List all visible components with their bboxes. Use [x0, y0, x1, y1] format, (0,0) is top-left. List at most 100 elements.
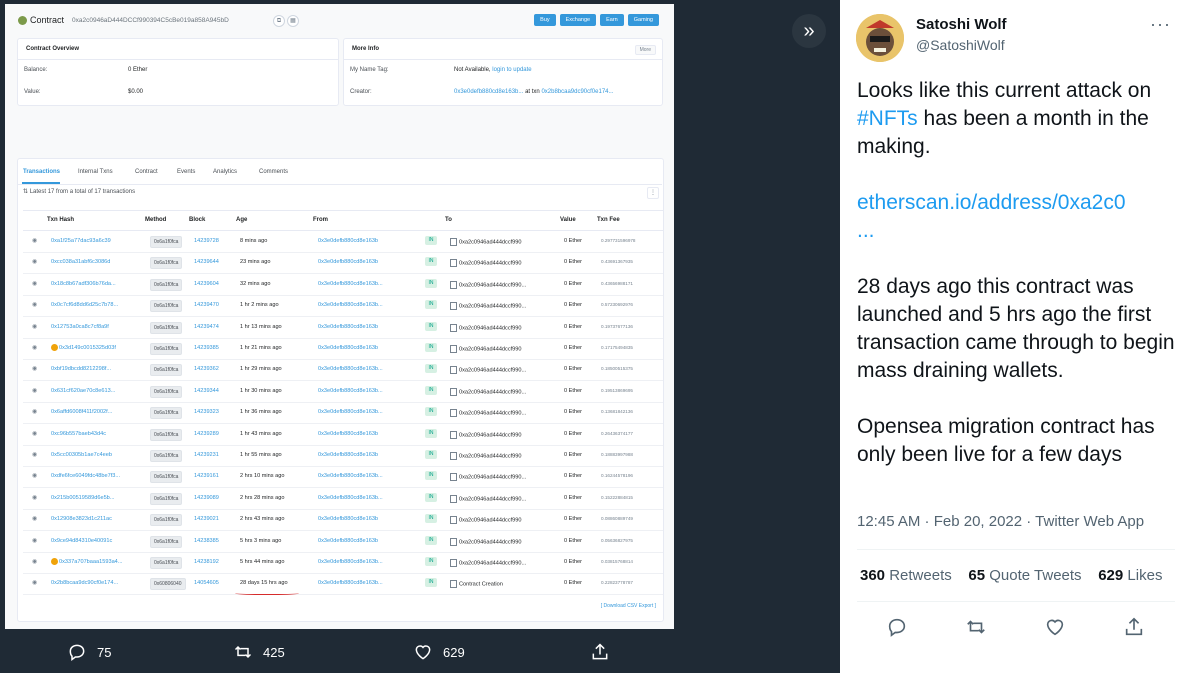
retweet-icon[interactable] [965, 616, 987, 638]
txn-hash-link[interactable]: 0xa1f25a77dac93a6c39 [51, 238, 111, 244]
block-link[interactable]: 14239604 [194, 281, 219, 287]
tweet-link[interactable]: etherscan.io/address/0xa2c0... [857, 189, 1175, 245]
to-address[interactable]: 0xa2c0946ad444dccf990 [450, 345, 522, 353]
from-address-link[interactable]: 0x3e0defb880cd8e163b... [318, 473, 383, 479]
nav-buy[interactable]: Buy [534, 14, 556, 26]
txn-hash-link[interactable]: 0x2b8bcaa9dc90cf0e174... [51, 580, 118, 586]
eye-icon[interactable]: ◉ [32, 579, 40, 586]
block-link[interactable]: 14054605 [194, 580, 219, 586]
expand-panel-icon[interactable]: » [792, 14, 826, 48]
block-link[interactable]: 14239728 [194, 238, 219, 244]
to-address[interactable]: 0xa2c0946ad444dccf990... [450, 387, 526, 396]
from-address-link[interactable]: 0x3e0defb880cd8e163b... [318, 495, 383, 501]
block-link[interactable]: 14239644 [194, 259, 219, 265]
txn-hash-link[interactable]: 0xcc038a31abf6c3086d [51, 259, 110, 265]
txn-hash-link[interactable]: 0xbf19dbcdd8212298f... [51, 366, 111, 372]
block-link[interactable]: 14239289 [194, 431, 219, 437]
txn-hash-link[interactable]: 0xc96b557baeb43d4c [51, 431, 106, 437]
block-link[interactable]: 14239344 [194, 388, 219, 394]
reply-icon[interactable] [886, 616, 908, 638]
eye-icon[interactable]: ◉ [32, 472, 40, 479]
block-link[interactable]: 14239231 [194, 452, 219, 458]
block-link[interactable]: 14239323 [194, 409, 219, 415]
more-options-icon[interactable]: ⋮ [647, 187, 659, 199]
nav-gaming[interactable]: Gaming [627, 14, 659, 26]
eye-icon[interactable]: ◉ [32, 515, 40, 522]
txn-hash-link[interactable]: 0x5cc00305b1ae7c4eeb [51, 452, 112, 458]
to-address[interactable]: 0xa2c0946ad444dccf990... [450, 559, 526, 567]
share-icon[interactable] [1123, 616, 1145, 638]
eye-icon[interactable]: ◉ [32, 323, 40, 330]
attached-image[interactable]: Contract 0xa2c0946aD444DCCf990394C5cBe01… [5, 4, 674, 629]
to-address[interactable]: 0xa2c0946ad444dccf990... [450, 366, 526, 375]
tab-contract[interactable]: Contract [135, 169, 158, 175]
from-address-link[interactable]: 0x3e0defb880cd8e163b [318, 431, 378, 437]
from-address-link[interactable]: 0x3e0defb880cd8e163b [318, 259, 378, 265]
reply-action[interactable]: 75 [67, 642, 111, 662]
col-age[interactable]: Age [236, 217, 247, 223]
from-address-link[interactable]: 0x3e0defb880cd8e163b... [318, 281, 383, 287]
quotes-stat[interactable]: 65 Quote Tweets [968, 567, 1081, 584]
from-address-link[interactable]: 0x3e0defb880cd8e163b... [318, 366, 383, 372]
display-name[interactable]: Satoshi Wolf [916, 16, 1007, 33]
from-address-link[interactable]: 0x3e0defb880cd8e163b [318, 452, 378, 458]
creator-txn-link[interactable]: 0x2b8bcaa9dc90cf0e174... [541, 89, 613, 95]
block-link[interactable]: 14238385 [194, 538, 219, 544]
txn-hash-link[interactable]: 0x631cf620ae70c8e613... [51, 388, 115, 394]
to-address[interactable]: 0xa2c0946ad444dccf990 [450, 537, 522, 546]
qr-icon[interactable]: ▦ [287, 15, 299, 27]
to-address[interactable]: 0xa2c0946ad444dccf990 [450, 452, 522, 460]
like-action[interactable]: 629 [413, 642, 465, 662]
txn-hash-link[interactable]: 0x18c8b67adf306b76da... [51, 281, 116, 287]
user-handle[interactable]: @SatoshiWolf [916, 37, 1005, 53]
txn-hash-link[interactable]: 0x337a707baaa1593a4... [59, 559, 122, 565]
from-address-link[interactable]: 0x3e0defb880cd8e163b [318, 324, 378, 330]
eye-icon[interactable]: ◉ [32, 344, 40, 351]
hashtag-link[interactable]: #NFTs [857, 107, 918, 130]
likes-stat[interactable]: 629 Likes [1098, 567, 1162, 584]
block-link[interactable]: 14239470 [194, 302, 219, 308]
eye-icon[interactable]: ◉ [32, 237, 40, 244]
eye-icon[interactable]: ◉ [32, 280, 40, 287]
to-address[interactable]: 0xa2c0946ad444dccf990 [450, 323, 522, 332]
to-address[interactable]: 0xa2c0946ad444dccf990... [450, 473, 526, 482]
tab-internal-txns[interactable]: Internal Txns [78, 169, 113, 175]
eye-icon[interactable]: ◉ [32, 537, 40, 544]
txn-hash-link[interactable]: 0xdfe6fce6049fdc48be7f3... [51, 473, 120, 479]
tab-events[interactable]: Events [177, 169, 195, 175]
block-link[interactable]: 14239021 [194, 516, 219, 522]
col-txn-fee[interactable]: Txn Fee [597, 217, 620, 223]
block-link[interactable]: 14238192 [194, 559, 219, 565]
to-address[interactable]: 0xa2c0946ad444dccf990... [450, 409, 526, 418]
avatar[interactable] [856, 14, 904, 62]
more-icon[interactable]: ··· [1150, 14, 1171, 35]
more-dropdown[interactable]: More [634, 45, 656, 55]
to-address[interactable]: 0xa2c0946ad444dccf990... [450, 280, 526, 289]
block-link[interactable]: 14239474 [194, 324, 219, 330]
tab-comments[interactable]: Comments [259, 169, 288, 175]
from-address-link[interactable]: 0x3e0defb880cd8e163b... [318, 388, 383, 394]
txn-hash-link[interactable]: 0x12908e3823d1c211ac [51, 516, 112, 522]
nav-earn[interactable]: Earn [600, 14, 624, 26]
eye-icon[interactable]: ◉ [32, 408, 40, 415]
from-address-link[interactable]: 0x3e0defb880cd8e163b... [318, 302, 383, 308]
csv-export-link[interactable]: [ Download CSV Export ] [601, 603, 656, 609]
tab-analytics[interactable]: Analytics [213, 169, 237, 175]
from-address-link[interactable]: 0x3e0defb880cd8e163b... [318, 409, 383, 415]
to-address[interactable]: 0xa2c0946ad444dccf990... [450, 494, 526, 503]
tweet-timestamp[interactable]: 12:45 AM · Feb 20, 2022 · Twitter Web Ap… [857, 513, 1144, 530]
nav-exchange[interactable]: Exchange [559, 14, 597, 26]
creator-address-link[interactable]: 0x3e0defb880cd8e163b... [454, 89, 523, 95]
copy-icon[interactable]: ⧉ [273, 15, 285, 27]
to-address[interactable]: Contract Creation [450, 580, 503, 589]
to-address[interactable]: 0xa2c0946ad444dccf990 [450, 238, 522, 246]
to-address[interactable]: 0xa2c0946ad444dccf990 [450, 430, 522, 439]
from-address-link[interactable]: 0x3e0defb880cd8e163b... [318, 559, 383, 565]
txn-hash-link[interactable]: 0x0c7cf6d8dd6d25c7b78... [51, 302, 118, 308]
eye-icon[interactable]: ◉ [32, 387, 40, 394]
from-address-link[interactable]: 0x3e0defb880cd8e163b... [318, 580, 383, 586]
tab-transactions[interactable]: Transactions [23, 169, 60, 175]
login-link[interactable]: login to update [492, 67, 531, 73]
eye-icon[interactable]: ◉ [32, 558, 40, 565]
eye-icon[interactable]: ◉ [32, 301, 40, 308]
